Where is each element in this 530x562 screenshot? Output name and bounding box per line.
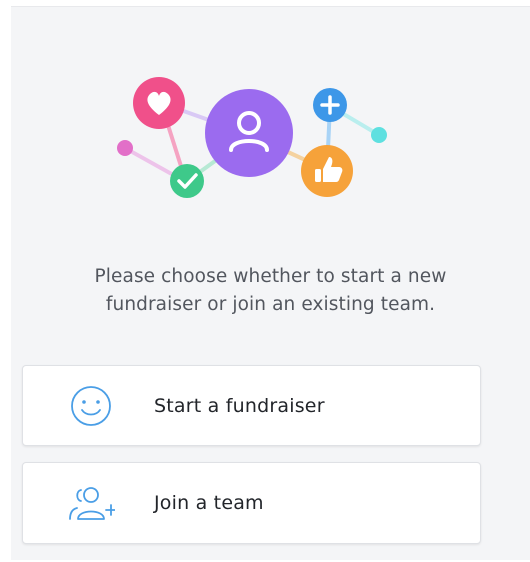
start-fundraiser-label: Start a fundraiser xyxy=(154,394,325,417)
choose-fundraiser-panel: Please choose whether to start a new fun… xyxy=(11,6,530,560)
check-icon xyxy=(170,164,204,198)
add-team-member-icon xyxy=(69,487,115,520)
smiley-face-icon xyxy=(71,386,111,426)
user-icon xyxy=(205,89,293,177)
plus-icon xyxy=(313,88,347,122)
community-illustration xyxy=(117,77,387,198)
pink-dot xyxy=(117,140,133,156)
join-team-button[interactable]: Join a team xyxy=(22,462,481,544)
instruction-line-1: Please choose whether to start a new xyxy=(94,266,447,287)
join-team-label: Join a team xyxy=(154,492,264,514)
teal-dot xyxy=(371,127,387,143)
thumbs-up-icon xyxy=(301,145,353,197)
start-fundraiser-button[interactable]: Start a fundraiser xyxy=(22,365,481,446)
heart-icon xyxy=(133,77,185,129)
instruction-line-2: fundraiser or join an existing team. xyxy=(105,294,436,315)
instruction-text: Please choose whether to start a new fun… xyxy=(11,263,530,319)
